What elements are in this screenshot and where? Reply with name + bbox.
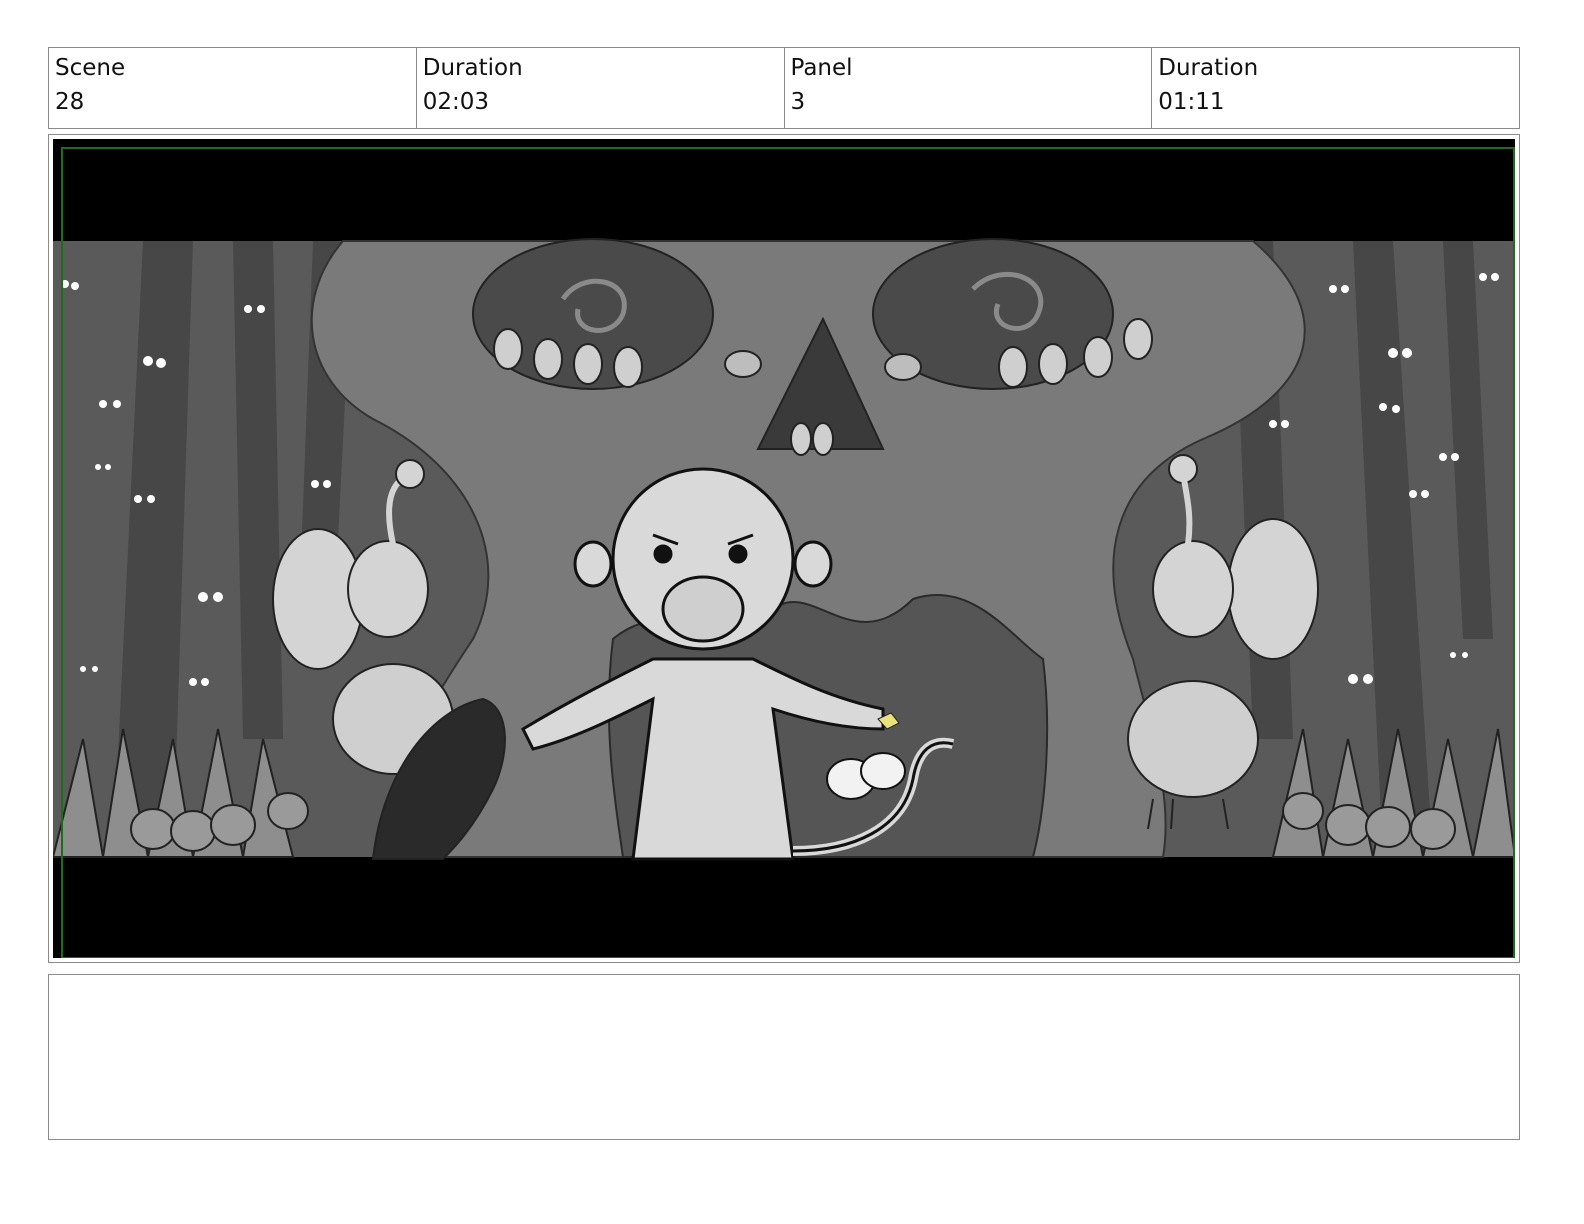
panel-label: Panel <box>790 55 853 81</box>
scene-duration-cell: Duration 02:03 <box>417 48 785 128</box>
panel-notes-box[interactable] <box>48 974 1520 1140</box>
storyboard-panel-image <box>53 139 1515 958</box>
panel-duration-value: 01:11 <box>1158 89 1225 115</box>
scene-duration-value: 02:03 <box>422 89 490 115</box>
panel-duration-cell: Duration 01:11 <box>1152 48 1519 128</box>
scene-value: 28 <box>55 89 85 115</box>
panel-sketch <box>53 139 1515 958</box>
panel-value: 3 <box>790 89 806 115</box>
panel-duration-label: Duration <box>1158 55 1259 81</box>
letterbox-bottom <box>53 857 1515 958</box>
storyboard-panel-frame <box>48 134 1520 963</box>
scene-info-table: Scene 28 Duration 02:03 Panel 3 Duration… <box>48 47 1520 129</box>
scene-label: Scene <box>55 55 126 81</box>
panel-cell: Panel 3 <box>785 48 1153 128</box>
scene-duration-label: Duration <box>422 55 523 81</box>
scene-cell: Scene 28 <box>49 48 417 128</box>
letterbox-top <box>53 139 1515 241</box>
